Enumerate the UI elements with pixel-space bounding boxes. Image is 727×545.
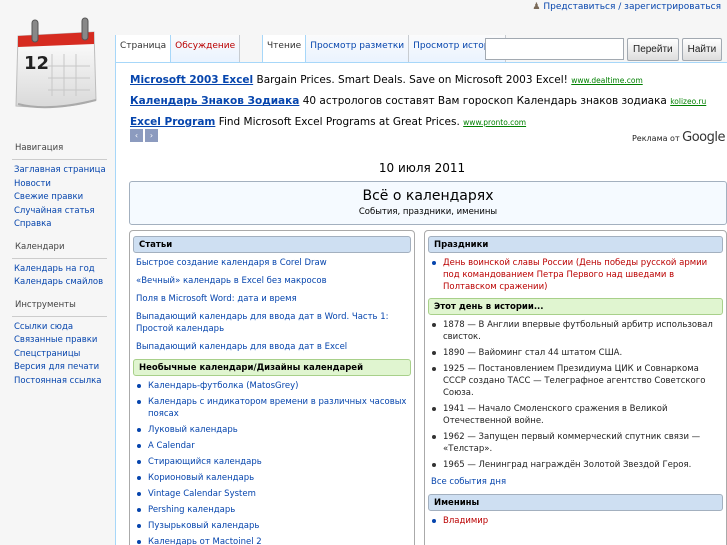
tab-page[interactable]: Страница <box>115 35 172 62</box>
calendar-link[interactable]: Pershing календарь <box>137 504 408 516</box>
ad-text: Find Microsoft Excel Programs at Great P… <box>218 116 460 128</box>
sidebar-item-special-pages[interactable]: Спецстраницы <box>14 348 107 362</box>
personal-tools: ♟ Представиться / зарегистрироваться <box>532 2 721 12</box>
event-item: 1941 — Начало Смоленского сражения в Вел… <box>432 403 720 427</box>
namedays-heading: Именины <box>428 494 723 511</box>
calendar-link[interactable]: Корионовый календарь <box>137 472 408 484</box>
nameday-link[interactable]: Владимир <box>432 515 720 527</box>
calendar-link[interactable]: Луковый календарь <box>137 424 408 436</box>
chevron-right-icon[interactable]: › <box>145 129 158 142</box>
right-column: Праздники День воинской славы России (Де… <box>424 230 727 545</box>
calendar-link[interactable]: Стирающийся календарь <box>137 456 408 468</box>
event-item: 1890 — Вайоминг стал 44 штатом США. <box>432 347 720 359</box>
calendar-logo-icon[interactable]: 12 <box>8 14 104 114</box>
sidebar-tools: Инструменты Ссылки сюда Связанные правки… <box>0 300 115 389</box>
page-title: Всё о календарях <box>362 188 494 204</box>
ad-url-link[interactable]: www.pronto.com <box>463 118 526 127</box>
sidebar-navigation: Навигация Заглавная страница Новости Све… <box>0 143 115 232</box>
sidebar-item-smiley-calendar[interactable]: Календарь смайлов <box>14 276 107 290</box>
page-banner: Всё о календарях События, праздники, име… <box>129 181 727 225</box>
calendar-link[interactable]: Календарь от Mactoinel 2 <box>137 536 408 545</box>
sidebar-item-what-links-here[interactable]: Ссылки сюда <box>14 321 107 335</box>
page: 12 ♟ Представиться / зарегистрироваться С… <box>0 0 727 545</box>
calendar-link[interactable]: Vintage Calendar System <box>137 488 408 500</box>
content-area: Microsoft 2003 Excel Bargain Prices. Sma… <box>115 62 727 545</box>
ad-title-link[interactable]: Excel Program <box>130 116 215 128</box>
tab-discussion[interactable]: Обсуждение <box>171 35 241 62</box>
left-column: Статьи Быстрое создание календаря в Core… <box>129 230 415 545</box>
sidebar: Навигация Заглавная страница Новости Све… <box>0 140 115 398</box>
calendar-link[interactable]: Пузырьковый календарь <box>137 520 408 532</box>
sidebar-heading: Навигация <box>15 143 64 153</box>
page-subtitle: События, праздники, именины <box>358 207 498 217</box>
ad-item: Microsoft 2003 Excel Bargain Prices. Sma… <box>130 70 727 91</box>
ad-text: Bargain Prices. Smart Deals. Save on Mic… <box>256 74 568 86</box>
search-button[interactable]: Найти <box>681 38 723 61</box>
sidebar-item-related-changes[interactable]: Связанные правки <box>14 334 107 348</box>
sidebar-item-help[interactable]: Справка <box>14 218 107 232</box>
sidebar-heading: Инструменты <box>15 299 76 310</box>
calendar-link[interactable]: A Calendar <box>137 440 408 452</box>
ad-navigation: ‹ › <box>130 129 158 142</box>
article-link[interactable]: Быстрое создание календаря в Corel Draw <box>136 257 408 269</box>
ad-url-link[interactable]: kolizeo.ru <box>670 97 706 106</box>
article-link[interactable]: «Вечный» календарь в Excel без макросов <box>136 275 408 287</box>
sidebar-item-print-version[interactable]: Версия для печати <box>14 361 107 375</box>
sidebar-item-news[interactable]: Новости <box>14 178 107 192</box>
event-item: 1962 — Запущен первый коммерческий спутн… <box>432 431 720 455</box>
ads-by-google[interactable]: Реклама от Google <box>631 130 726 145</box>
calendar-link[interactable]: Календарь-футболка (MatosGrey) <box>137 380 408 392</box>
current-date: 10 июля 2011 <box>378 161 466 175</box>
all-events-link[interactable]: Все события дня <box>425 475 726 489</box>
sidebar-item-recent-changes[interactable]: Свежие правки <box>14 191 107 205</box>
holiday-link[interactable]: День воинской славы России (День победы … <box>432 257 720 293</box>
sidebar-item-permalink[interactable]: Постоянная ссылка <box>14 375 107 389</box>
event-item: 1878 — В Англии впервые футбольный арбит… <box>432 319 720 343</box>
article-link[interactable]: Выпадающий календарь для ввода дат в Wor… <box>136 311 408 335</box>
ads-by-label: Реклама от <box>631 134 680 143</box>
holidays-list: День воинской славы России (День победы … <box>425 253 726 293</box>
search-form: Перейти Найти <box>485 38 723 61</box>
sidebar-heading: Календари <box>15 241 65 252</box>
ad-text: 40 астрологов составят Вам гороскоп Кале… <box>302 95 667 107</box>
sidebar-item-random[interactable]: Случайная статья <box>14 205 107 219</box>
ad-block: Microsoft 2003 Excel Bargain Prices. Sma… <box>130 70 727 133</box>
article-link[interactable]: Выпадающий календарь для ввода дат в Exc… <box>136 341 408 353</box>
go-button[interactable]: Перейти <box>627 38 679 61</box>
holidays-heading: Праздники <box>428 236 723 253</box>
view-tabs: Чтение Просмотр разметки Просмотр истори… <box>262 35 507 62</box>
tab-read[interactable]: Чтение <box>262 35 307 62</box>
event-item: 1965 — Ленинград награждён Золотой Звезд… <box>432 459 720 471</box>
calendar-link[interactable]: Календарь с индикатором времени в различ… <box>137 396 408 420</box>
sidebar-item-main-page[interactable]: Заглавная страница <box>14 164 107 178</box>
chevron-left-icon[interactable]: ‹ <box>130 129 143 142</box>
search-input[interactable] <box>485 38 624 60</box>
unusual-calendars-heading: Необычные календари/Дизайны календарей <box>133 359 411 376</box>
user-icon: ♟ <box>532 2 541 12</box>
logo-day-number: 12 <box>24 53 49 74</box>
on-this-day-heading: Этот день в истории... <box>428 298 723 315</box>
ad-title-link[interactable]: Microsoft 2003 Excel <box>130 74 253 86</box>
articles-list: Быстрое создание календаря в Corel Draw … <box>130 253 414 353</box>
ad-title-link[interactable]: Календарь Знаков Зодиака <box>130 95 299 107</box>
sidebar-item-year-calendar[interactable]: Календарь на год <box>14 263 107 277</box>
ad-url-link[interactable]: www.dealtime.com <box>571 76 643 85</box>
ad-item: Календарь Знаков Зодиака 40 астрологов с… <box>130 91 727 112</box>
sidebar-calendars: Календари Календарь на год Календарь сма… <box>0 242 115 290</box>
namedays-list: Владимир <box>425 511 726 527</box>
tab-view-source[interactable]: Просмотр разметки <box>306 35 410 62</box>
articles-heading: Статьи <box>133 236 411 253</box>
unusual-calendars-list: Календарь-футболка (MatosGrey) Календарь… <box>130 376 414 545</box>
google-logo: Google <box>682 130 725 145</box>
login-link[interactable]: Представиться / зарегистрироваться <box>543 2 721 12</box>
events-list: 1878 — В Англии впервые футбольный арбит… <box>425 315 726 471</box>
article-link[interactable]: Поля в Microsoft Word: дата и время <box>136 293 408 305</box>
namespace-tabs: Страница Обсуждение <box>115 35 241 62</box>
event-item: 1925 — Постановлением Президиума ЦИК и С… <box>432 363 720 399</box>
